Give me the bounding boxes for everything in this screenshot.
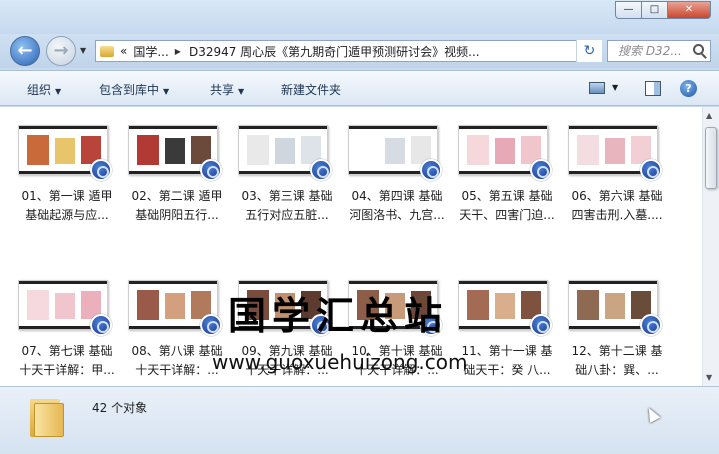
include-library-label: 包含到库中 (99, 83, 160, 97)
video-player-icon (310, 159, 332, 181)
file-item[interactable]: 02、第二课 遁甲 基础阴阳五行... (124, 107, 228, 227)
file-name-line: 天干、四害门迫... (459, 208, 555, 222)
search-icon (693, 44, 704, 55)
chevron-down-icon: ▼ (55, 87, 62, 96)
video-player-icon (200, 314, 222, 336)
file-list: 01、第一课 遁甲 基础起源与应... 02、第二课 遁甲 基础阴阳五行... 03、第… (0, 107, 719, 386)
arrow-right-icon: → (53, 40, 69, 61)
forward-button[interactable]: → (46, 36, 76, 66)
file-name-line: 五行对应五脏... (245, 208, 329, 222)
include-library-menu[interactable]: 包含到库中 ▼ (99, 81, 169, 98)
video-player-icon (530, 314, 552, 336)
file-item[interactable]: 04、第四课 基础 河图洛书、九宫... (344, 107, 448, 227)
organize-label: 组织 (27, 83, 52, 97)
file-name-line: 河图洛书、九宫... (349, 208, 445, 222)
file-name: 01、第一课 遁甲 基础起源与应... (12, 187, 122, 225)
breadcrumb-arrow-icon[interactable]: ▶ (175, 47, 181, 56)
file-name-line: 04、第四课 基础 (351, 189, 443, 203)
back-button[interactable]: ← (10, 36, 40, 66)
search-placeholder: 搜索 D32... (618, 44, 682, 58)
video-player-icon (640, 314, 662, 336)
vertical-scrollbar[interactable]: ▲ ▼ (702, 107, 719, 386)
file-name: 02、第二课 遁甲 基础阴阳五行... (122, 187, 232, 225)
change-view-icon[interactable] (589, 82, 605, 94)
file-name: 03、第三课 基础 五行对应五脏... (232, 187, 342, 225)
window-controls: — □ ✕ (615, 1, 711, 19)
chevron-down-icon: ▼ (238, 87, 245, 96)
file-name: 06、第六课 基础 四害击刑.入墓.... (562, 187, 672, 225)
new-folder-button[interactable]: 新建文件夹 (281, 81, 341, 98)
folder-icon (30, 395, 64, 437)
video-player-icon (200, 159, 222, 181)
file-name-line: 03、第三课 基础 (241, 189, 333, 203)
preview-pane-icon[interactable] (645, 81, 661, 96)
share-menu[interactable]: 共享 ▼ (210, 81, 244, 98)
file-name: 07、第七课 基础 十天干详解：甲... (12, 342, 122, 380)
recent-pages-dropdown[interactable]: ▼ (80, 46, 86, 55)
file-item[interactable]: 07、第七课 基础 十天干详解：甲... (14, 262, 118, 382)
file-name-line: 十天干详解：甲... (19, 363, 115, 377)
file-item[interactable]: 01、第一课 遁甲 基础起源与应... (14, 107, 118, 227)
file-name-line: 07、第七课 基础 (21, 344, 113, 358)
file-name-line: 基础阴阳五行... (135, 208, 219, 222)
folder-icon (100, 45, 114, 57)
refresh-button[interactable]: ↻ (576, 40, 602, 62)
search-input[interactable]: 搜索 D32... (607, 40, 711, 62)
share-label: 共享 (210, 83, 235, 97)
maximize-button[interactable]: □ (641, 1, 668, 19)
watermark-url: www.guoxuehuizong.com (212, 350, 468, 374)
close-button[interactable]: ✕ (667, 1, 711, 19)
video-player-icon (420, 159, 442, 181)
item-count: 42 个对象 (92, 401, 148, 415)
file-name-line: 12、第十二课 基 (571, 344, 663, 358)
file-name-line: 四害击刑.入墓.... (571, 208, 663, 222)
address-bar[interactable]: « 国学... ▶ D32947 周心辰《第九期奇门遁甲预测研讨会》视频... … (95, 40, 602, 62)
title-bar: — □ ✕ (0, 0, 719, 34)
video-player-icon (530, 159, 552, 181)
chevron-down-icon: ▼ (163, 87, 170, 96)
file-name: 04、第四课 基础 河图洛书、九宫... (342, 187, 452, 225)
breadcrumb-segment[interactable]: 国学... (133, 43, 168, 60)
video-player-icon (640, 159, 662, 181)
organize-menu[interactable]: 组织 ▼ (27, 81, 61, 98)
file-name-line: 础八卦：巽、... (575, 363, 659, 377)
file-name-line: 06、第六课 基础 (571, 189, 663, 203)
file-name-line: 05、第五课 基础 (461, 189, 553, 203)
video-player-icon (90, 314, 112, 336)
file-name-line: 02、第二课 遁甲 (131, 189, 223, 203)
scroll-up-icon[interactable]: ▲ (706, 111, 712, 120)
file-name: 12、第十二课 基础八卦：巽、... (562, 342, 672, 380)
refresh-icon: ↻ (583, 43, 596, 59)
view-dropdown-icon[interactable]: ▼ (612, 83, 618, 92)
file-name-line: 基础起源与应... (25, 208, 109, 222)
video-player-icon (90, 159, 112, 181)
file-item[interactable]: 06、第六课 基础 四害击刑.入墓.... (564, 107, 668, 227)
file-name: 05、第五课 基础 天干、四害门迫... (452, 187, 562, 225)
help-icon[interactable]: ? (680, 80, 697, 97)
arrow-left-icon: ← (17, 40, 33, 61)
command-bar: 组织 ▼ 包含到库中 ▼ 共享 ▼ 新建文件夹 ▼ ? (0, 70, 719, 106)
file-name-line: 01、第一课 遁甲 (21, 189, 113, 203)
address-overflow[interactable]: « (120, 44, 127, 58)
file-item[interactable]: 12、第十二课 基础八卦：巽、... (564, 262, 668, 382)
scroll-thumb[interactable] (705, 127, 717, 189)
details-pane: 42 个对象 (0, 386, 719, 454)
scroll-down-icon[interactable]: ▼ (706, 373, 712, 382)
navigation-bar: ← → ▼ « 国学... ▶ D32947 周心辰《第九期奇门遁甲预测研讨会》… (0, 34, 719, 68)
file-item[interactable]: 05、第五课 基础 天干、四害门迫... (454, 107, 558, 227)
breadcrumb-segment[interactable]: D32947 周心辰《第九期奇门遁甲预测研讨会》视频... (189, 43, 480, 60)
minimize-button[interactable]: — (615, 1, 642, 19)
file-item[interactable]: 03、第三课 基础 五行对应五脏... (234, 107, 338, 227)
watermark-title: 国学汇总站 (228, 294, 449, 338)
mouse-cursor-icon (643, 405, 661, 423)
new-folder-label: 新建文件夹 (281, 83, 342, 97)
